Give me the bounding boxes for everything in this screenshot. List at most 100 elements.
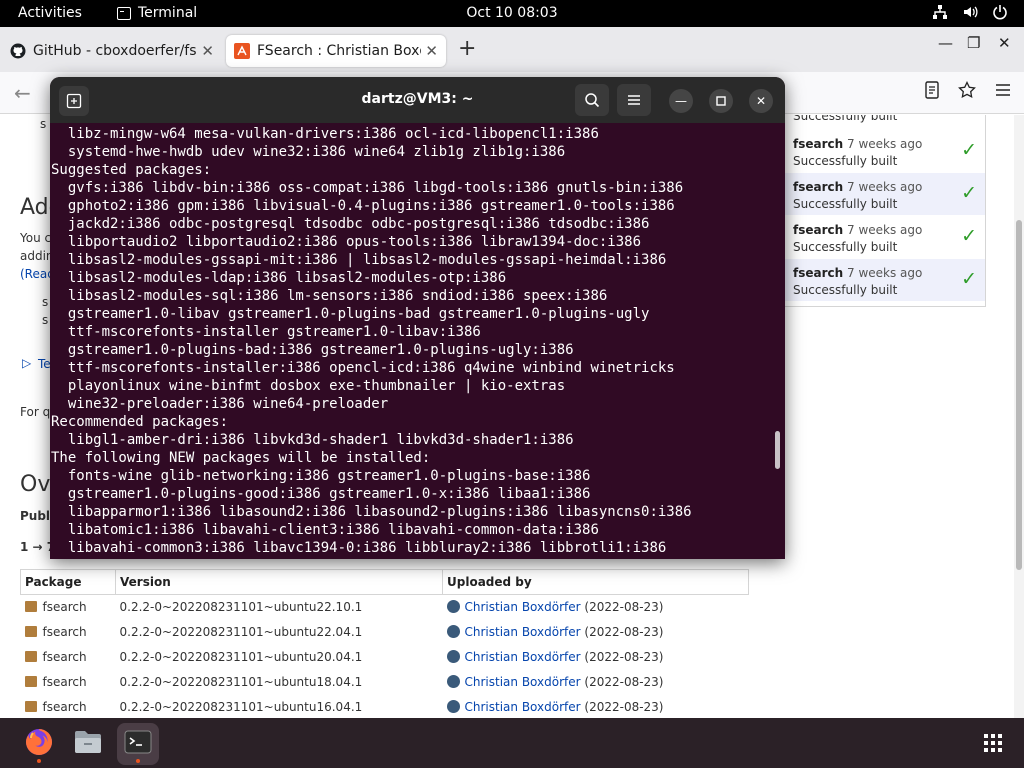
page-scrollbar-thumb[interactable] (1016, 220, 1022, 570)
page-scrollbar[interactable] (1014, 115, 1024, 718)
terminal-line: libsasl2-modules-sql:i386 lm-sensors:i38… (51, 288, 608, 304)
show-apps-grid-icon[interactable] (984, 734, 1002, 752)
window-maximize-button[interactable]: ❐ (967, 34, 980, 52)
column-header-package[interactable]: Package (20, 569, 116, 595)
person-icon (446, 700, 460, 713)
technical-details-link[interactable]: Te (38, 357, 51, 371)
package-icon (24, 676, 37, 687)
terminal-line: gstreamer1.0-plugins-bad:i386 gstreamer1… (51, 342, 574, 358)
build-name[interactable]: fsearch (793, 266, 843, 280)
terminal-menu-icon[interactable] (617, 84, 651, 116)
package-cell: fsearch (21, 670, 116, 695)
search-icon[interactable] (575, 84, 609, 116)
terminal-line: The following NEW packages will be insta… (51, 450, 431, 466)
clock[interactable]: Oct 10 08:03 (466, 5, 557, 21)
package-icon (24, 701, 37, 712)
close-icon[interactable]: ✕ (425, 42, 438, 60)
new-tab-button[interactable]: + (458, 35, 476, 63)
page-text-fragment: s (42, 313, 49, 327)
check-icon: ✓ (961, 182, 977, 204)
version-cell: 0.2.2-0~202208231101~ubuntu22.04.1 (119, 625, 363, 639)
tab-title: FSearch : Christian Boxdö (257, 43, 422, 59)
expander-chevron-icon[interactable]: ▷ (22, 356, 31, 370)
uploader-cell: Christian Boxdörfer (2022-08-23) (443, 595, 749, 620)
build-status: Successfully built (793, 283, 898, 297)
column-header-uploaded-by[interactable]: Uploaded by (442, 569, 749, 595)
browser-tab-bar: GitHub - cboxdoerfer/fse ✕ FSearch : Chr… (0, 27, 1024, 72)
tab-github[interactable]: GitHub - cboxdoerfer/fse ✕ (2, 35, 222, 67)
package-cell: fsearch (21, 695, 116, 719)
terminal-line: gphoto2:i386 gpm:i386 libvisual-0.4-plug… (51, 198, 675, 214)
uploader-link[interactable]: Christian Boxdörfer (465, 600, 581, 614)
close-icon[interactable]: ✕ (201, 42, 214, 60)
reader-view-icon[interactable] (924, 81, 940, 104)
system-tray[interactable] (932, 4, 1008, 20)
tab-fsearch[interactable]: FSearch : Christian Boxdö ✕ (226, 35, 446, 67)
uploader-link[interactable]: Christian Boxdörfer (465, 700, 581, 714)
terminal-scrollbar-thumb[interactable] (775, 431, 780, 469)
bookmark-star-icon[interactable] (958, 80, 976, 104)
network-icon[interactable] (932, 4, 948, 20)
window-close-button[interactable]: ✕ (998, 34, 1011, 52)
maximize-icon[interactable] (709, 89, 733, 113)
build-status: Successfully built (793, 154, 898, 168)
section-heading-overview: Ov (20, 472, 51, 497)
terminal-line: libsasl2-modules-gssapi-mit:i386 | libsa… (51, 252, 667, 268)
package-name: fsearch (42, 650, 87, 664)
terminal-line: ttf-mscorefonts-installer gstreamer1.0-l… (51, 324, 481, 340)
package-name: fsearch (42, 675, 87, 689)
version-cell: 0.2.2-0~202208231101~ubuntu18.04.1 (119, 675, 363, 689)
upload-date: (2022-08-23) (584, 650, 664, 664)
upload-date: (2022-08-23) (584, 675, 664, 689)
minimize-icon[interactable]: — (669, 89, 693, 113)
person-icon (446, 600, 460, 614)
uploader-cell: Christian Boxdörfer (2022-08-23) (443, 645, 749, 670)
volume-icon[interactable] (962, 4, 978, 20)
build-name[interactable]: fsearch (793, 180, 843, 194)
dock-terminal[interactable] (117, 723, 159, 765)
table-row[interactable]: fsearch 0.2.2-0~202208231101~ubuntu16.04… (21, 695, 749, 719)
dock-firefox[interactable] (18, 723, 60, 765)
build-status: Successfully built (793, 115, 898, 123)
package-name: fsearch (42, 600, 87, 615)
build-item: Successfully built ✓ (785, 115, 985, 127)
build-name[interactable]: fsearch (793, 223, 843, 237)
uploader-link[interactable]: Christian Boxdörfer (465, 675, 581, 689)
launchpad-icon (234, 43, 250, 59)
package-cell: fsearch (21, 620, 116, 645)
terminal-header-bar[interactable]: dartz@VM3: ~ — ✕ (50, 77, 785, 123)
activities-button[interactable]: Activities (18, 5, 82, 21)
build-status: Successfully built (793, 240, 898, 254)
page-text-fragment: addin (20, 249, 54, 263)
terminal-output[interactable]: libz-mingw-w64 mesa-vulkan-drivers:i386 … (50, 123, 785, 559)
table-row[interactable]: fsearch 0.2.2-0~202208231101~ubuntu22.10… (21, 595, 749, 620)
package-icon (24, 651, 37, 662)
new-terminal-tab-icon[interactable] (59, 86, 89, 116)
package-name: fsearch (42, 700, 87, 714)
build-name[interactable]: fsearch (793, 137, 843, 151)
uploader-link[interactable]: Christian Boxdörfer (465, 625, 581, 639)
dock-files[interactable] (67, 723, 109, 765)
back-arrow-icon[interactable]: ← (14, 81, 31, 105)
table-row[interactable]: fsearch 0.2.2-0~202208231101~ubuntu20.04… (21, 645, 749, 670)
table-row[interactable]: fsearch 0.2.2-0~202208231101~ubuntu18.04… (21, 670, 749, 695)
package-icon (24, 601, 37, 613)
window-minimize-button[interactable]: — (938, 34, 953, 52)
terminal-window[interactable]: dartz@VM3: ~ — ✕ libz-mingw-w64 mesa-vul… (50, 77, 785, 559)
running-indicator (37, 759, 41, 763)
terminal-line: libatomic1:i386 libavahi-client3:i386 li… (51, 522, 599, 538)
top-bar: Activities Terminal Oct 10 08:03 (0, 0, 1024, 27)
close-icon[interactable]: ✕ (749, 89, 773, 113)
package-icon (24, 626, 37, 637)
power-icon[interactable] (992, 4, 1008, 20)
page-text-fragment: You c (20, 231, 52, 245)
hamburger-menu-icon[interactable] (994, 82, 1012, 103)
uploader-link[interactable]: Christian Boxdörfer (465, 650, 581, 664)
terminal-line: libgl1-amber-dri:i386 libvkd3d-shader1 l… (51, 432, 574, 448)
app-menu[interactable]: Terminal (117, 5, 197, 21)
terminal-line: libz-mingw-w64 mesa-vulkan-drivers:i386 … (51, 126, 599, 142)
table-row[interactable]: fsearch 0.2.2-0~202208231101~ubuntu22.04… (21, 620, 749, 645)
app-menu-label: Terminal (138, 5, 198, 21)
page-text-fragment: s (42, 295, 49, 309)
column-header-version[interactable]: Version (115, 569, 443, 595)
